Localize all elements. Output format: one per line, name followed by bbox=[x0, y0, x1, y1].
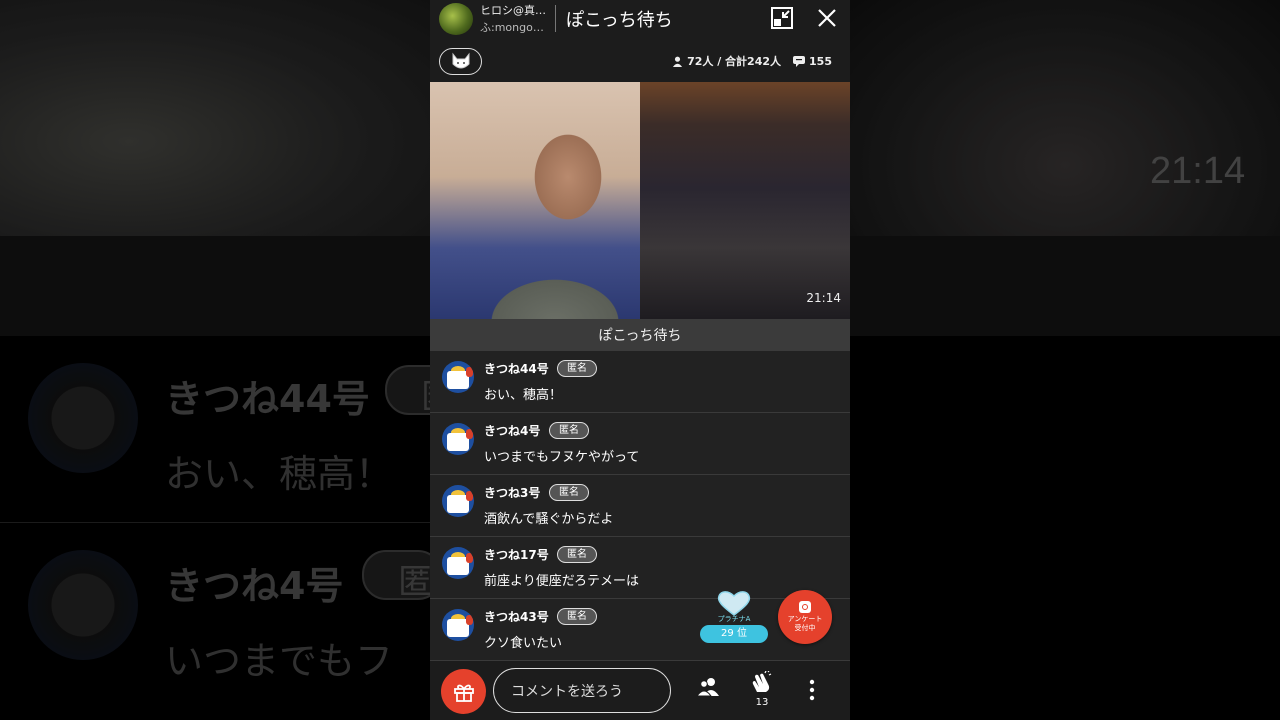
comment-text: おい、穂高！ bbox=[484, 388, 563, 403]
close-button[interactable] bbox=[814, 5, 840, 31]
comment-count: 155 bbox=[809, 54, 832, 68]
video-timestamp: 21:14 bbox=[806, 291, 841, 305]
stream-info-bar: 72人 / 合計242人 155 bbox=[430, 38, 850, 82]
header-divider bbox=[555, 5, 556, 32]
stream-stats: 72人 / 合計242人 155 bbox=[672, 53, 832, 69]
more-vertical-icon bbox=[809, 679, 815, 701]
fox-mode-button[interactable] bbox=[439, 48, 482, 75]
anonymous-badge: 匿名 bbox=[549, 422, 589, 439]
video-player[interactable]: 21:14 bbox=[430, 82, 850, 319]
clap-icon bbox=[752, 671, 772, 692]
comment-text: クソ食いたい bbox=[484, 636, 563, 651]
listeners-button[interactable] bbox=[696, 677, 720, 697]
comment-item[interactable]: きつね3号 匿名 酒飲んで騒ぐからだよ bbox=[430, 475, 850, 537]
rank-tier-label: プラチナA bbox=[717, 615, 751, 623]
comment-input[interactable]: コメントを送ろう bbox=[493, 668, 671, 713]
minimize-icon bbox=[771, 7, 793, 29]
clap-count: 13 bbox=[755, 697, 769, 708]
clap-button[interactable] bbox=[750, 671, 774, 695]
comment-item[interactable]: きつね44号 匿名 おい、穂高！ bbox=[430, 351, 850, 413]
commenter-name: きつね43号 bbox=[484, 610, 549, 624]
commenter-avatar bbox=[442, 547, 474, 579]
commenter-avatar bbox=[442, 423, 474, 455]
gift-button[interactable] bbox=[441, 669, 486, 714]
rank-position: 29 位 bbox=[700, 625, 768, 643]
survey-label-line1: アンケート bbox=[787, 615, 823, 623]
commenter-avatar bbox=[442, 361, 474, 393]
broadcaster-video bbox=[430, 82, 640, 319]
rank-badge[interactable]: プラチナA 29 位 bbox=[700, 590, 768, 646]
bottom-toolbar: コメントを送ろう 13 bbox=[430, 661, 850, 720]
minimize-button[interactable] bbox=[769, 5, 795, 31]
survey-label-line2: 受付中 bbox=[794, 624, 816, 632]
anonymous-badge: 匿名 bbox=[557, 546, 597, 563]
topic-bar: ぽこっち待ち bbox=[430, 319, 850, 351]
survey-button[interactable]: アンケート 受付中 bbox=[778, 590, 832, 644]
commenter-name: きつね4号 bbox=[484, 424, 541, 438]
commenter-avatar bbox=[442, 485, 474, 517]
comment-text: 前座より便座だろテメーは bbox=[484, 574, 639, 589]
comment-text: いつまでもフヌケやがって bbox=[484, 450, 640, 465]
channel-id: ふ:mongo… bbox=[480, 21, 544, 34]
commenter-name: きつね17号 bbox=[484, 548, 549, 562]
fox-icon bbox=[452, 52, 469, 68]
gift-icon bbox=[453, 684, 474, 702]
viewer-count: 72人 / 合計242人 bbox=[687, 55, 782, 68]
commenter-avatar bbox=[442, 609, 474, 641]
channel-name[interactable]: ヒロシ@真… bbox=[480, 2, 546, 18]
comment-count-icon bbox=[793, 55, 806, 67]
commenter-name: きつね3号 bbox=[484, 486, 541, 500]
platinum-heart-icon bbox=[717, 591, 751, 616]
comment-item[interactable]: きつね4号 匿名 いつまでもフヌケやがって bbox=[430, 413, 850, 475]
anonymous-badge: 匿名 bbox=[549, 484, 589, 501]
survey-icon bbox=[799, 601, 811, 613]
viewer-icon bbox=[672, 56, 683, 67]
live-stream-app: ヒロシ@真… ふ:mongo… ぽこっち待ち 72人 / 合計242人 155 … bbox=[430, 0, 850, 720]
more-options-button[interactable] bbox=[808, 679, 816, 701]
comment-item[interactable]: きつね17号 匿名 前座より便座だろテメーは bbox=[430, 537, 850, 599]
channel-avatar[interactable] bbox=[439, 3, 473, 35]
stream-title: ぽこっち待ち bbox=[566, 10, 673, 31]
anonymous-badge: 匿名 bbox=[557, 360, 597, 377]
close-icon bbox=[818, 9, 836, 27]
anonymous-badge: 匿名 bbox=[557, 608, 597, 625]
comment-text: 酒飲んで騒ぐからだよ bbox=[484, 512, 614, 527]
users-icon bbox=[696, 678, 719, 697]
commenter-name: きつね44号 bbox=[484, 362, 549, 376]
guest-video bbox=[640, 82, 850, 319]
header: ヒロシ@真… ふ:mongo… ぽこっち待ち bbox=[430, 0, 850, 38]
